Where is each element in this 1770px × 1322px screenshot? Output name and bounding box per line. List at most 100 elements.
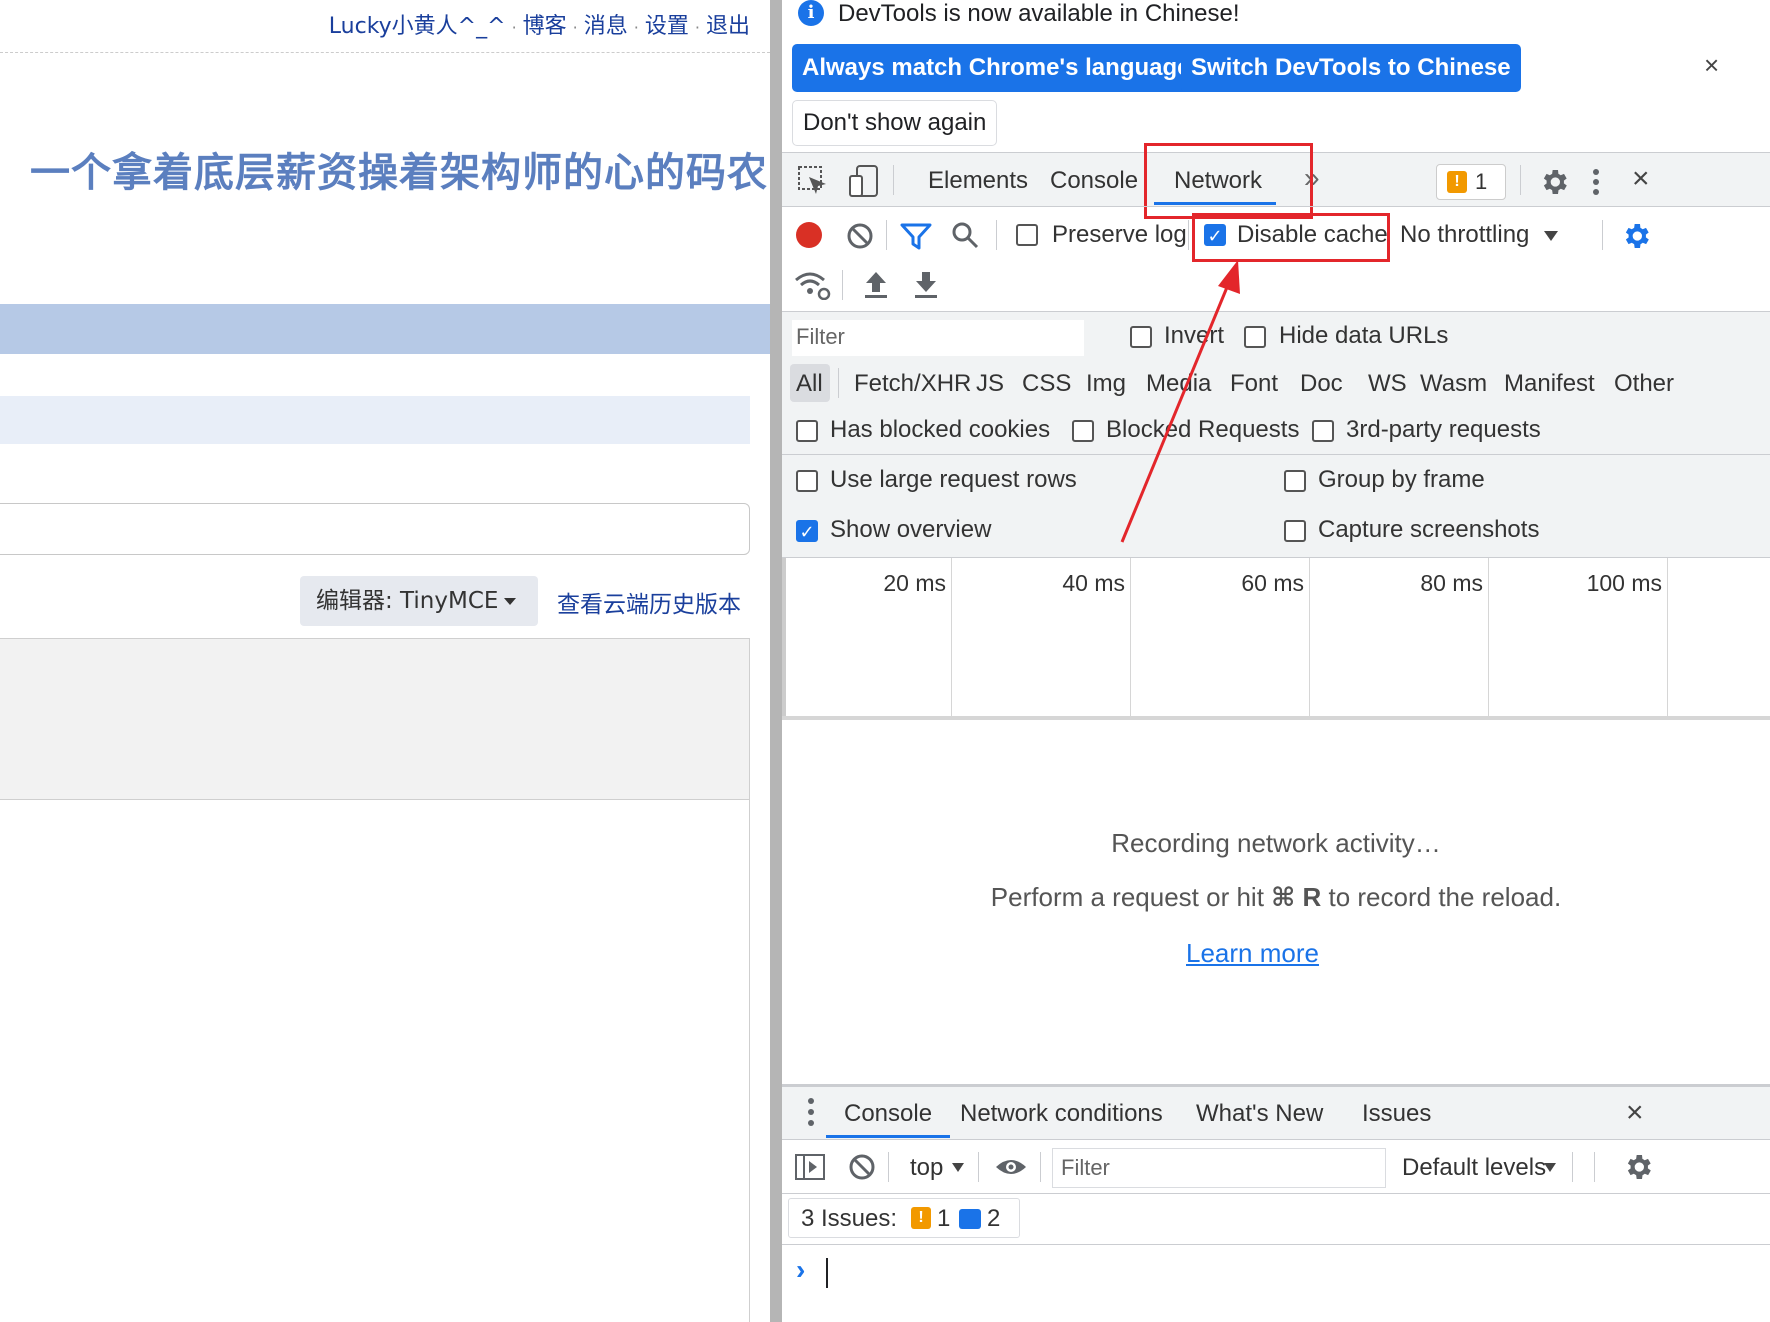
- import-har-icon[interactable]: [862, 270, 890, 300]
- timeline-tick: 60 ms: [1241, 570, 1304, 596]
- editor-selector[interactable]: 编辑器: TinyMCE: [300, 576, 538, 626]
- filter-input[interactable]: Filter: [792, 320, 1084, 356]
- post-title-input[interactable]: [0, 503, 750, 555]
- drawer-active-tab-indicator: [826, 1135, 950, 1138]
- third-party-checkbox[interactable]: [1312, 420, 1334, 442]
- dropdown-arrow-icon[interactable]: [1544, 1163, 1556, 1172]
- show-overview-label: Show overview: [830, 516, 992, 543]
- nav-link-blog[interactable]: 博客: [523, 14, 567, 39]
- recording-hint-before: Perform a request or hit: [990, 882, 1272, 912]
- log-levels-select[interactable]: Default levels: [1402, 1154, 1546, 1182]
- device-toolbar-icon[interactable]: [848, 164, 882, 198]
- divider: [996, 220, 997, 250]
- devtools-panel: i DevTools is now available in Chinese! …: [782, 0, 1770, 1322]
- live-expression-eye-icon[interactable]: [994, 1155, 1028, 1179]
- sidebar-toggle-icon[interactable]: [794, 1152, 826, 1182]
- divider: [1594, 1152, 1595, 1182]
- editor-toolbar-area: [0, 638, 750, 800]
- filter-icon[interactable]: [900, 222, 932, 250]
- network-tab-highlight: [1144, 143, 1313, 219]
- has-blocked-cookies-checkbox[interactable]: [796, 420, 818, 442]
- issues-counter[interactable]: ! 1: [1436, 164, 1506, 200]
- large-rows-label: Use large request rows: [830, 466, 1077, 493]
- issues-warning-count: 1: [937, 1205, 951, 1232]
- drawer-tab-console[interactable]: Console: [844, 1100, 932, 1128]
- nav-link-messages[interactable]: 消息: [584, 14, 628, 39]
- close-banner-icon[interactable]: ×: [1704, 50, 1719, 81]
- match-language-button[interactable]: Always match Chrome's language: [792, 44, 1201, 92]
- timeline-gridline: [1130, 558, 1131, 718]
- language-banner-text: DevTools is now available in Chinese!: [838, 0, 1240, 27]
- console-settings-gear-icon[interactable]: [1622, 1151, 1654, 1183]
- clear-console-icon[interactable]: [848, 1153, 876, 1181]
- console-input-cursor[interactable]: [826, 1258, 828, 1288]
- divider: [893, 165, 894, 195]
- divider: [1520, 165, 1521, 195]
- export-har-icon[interactable]: [912, 270, 940, 300]
- blocked-requests-checkbox[interactable]: [1072, 420, 1094, 442]
- warning-icon: !: [911, 1207, 931, 1229]
- issues-count: 1: [1475, 169, 1488, 194]
- learn-more-link[interactable]: Learn more: [1186, 938, 1319, 969]
- nav-link-settings[interactable]: 设置: [645, 14, 689, 39]
- editor-content-area[interactable]: [0, 800, 750, 1322]
- type-filter-other[interactable]: Other: [1614, 370, 1674, 398]
- devtools-resize-handle[interactable]: [770, 0, 782, 1322]
- timeline-tick: 80 ms: [1420, 570, 1483, 596]
- capture-screenshots-checkbox[interactable]: [1284, 520, 1306, 542]
- issues-summary[interactable]: 3 Issues: ! 1 2: [788, 1198, 1020, 1238]
- preserve-log-label: Preserve log: [1052, 221, 1187, 248]
- throttling-select[interactable]: No throttling: [1400, 221, 1529, 249]
- info-icon: i: [798, 0, 824, 26]
- drawer-menu-icon[interactable]: [806, 1096, 816, 1130]
- top-nav-links: Lucky小黄人^_^ · 博客 · 消息 · 设置 · 退出: [328, 14, 750, 39]
- type-filter-doc[interactable]: Doc: [1300, 370, 1343, 398]
- preserve-log-checkbox[interactable]: [1016, 224, 1038, 246]
- nav-link-user[interactable]: Lucky小黄人^_^: [329, 14, 506, 39]
- divider: [886, 220, 887, 250]
- type-filter-ws[interactable]: WS: [1368, 370, 1407, 398]
- show-overview-checkbox[interactable]: ✓: [796, 520, 818, 542]
- type-filter-fetch-xhr[interactable]: Fetch/XHR: [854, 370, 971, 398]
- drawer-tab-issues[interactable]: Issues: [1362, 1100, 1431, 1128]
- close-drawer-icon[interactable]: ×: [1626, 1096, 1644, 1130]
- divider: [1188, 220, 1189, 250]
- network-conditions-icon[interactable]: [794, 270, 832, 300]
- drawer-tab-network-conditions[interactable]: Network conditions: [960, 1100, 1163, 1128]
- search-icon[interactable]: [950, 220, 980, 250]
- sub-nav-band: [0, 396, 750, 444]
- dont-show-again-button[interactable]: Don't show again: [792, 100, 998, 146]
- type-filter-all[interactable]: All: [796, 370, 823, 398]
- divider: [838, 368, 839, 398]
- type-filter-manifest[interactable]: Manifest: [1504, 370, 1595, 398]
- dropdown-arrow-icon[interactable]: [1544, 231, 1558, 241]
- blog-editor-page: Lucky小黄人^_^ · 博客 · 消息 · 设置 · 退出 一个拿着底层薪资操着架构师的心的…: [0, 0, 770, 1322]
- warning-icon: !: [1447, 171, 1467, 193]
- clear-icon[interactable]: [846, 222, 874, 250]
- drawer-tab-whats-new[interactable]: What's New: [1196, 1100, 1323, 1128]
- settings-gear-icon[interactable]: [1538, 166, 1570, 198]
- dropdown-arrow-icon[interactable]: [952, 1163, 964, 1172]
- type-filter-css[interactable]: CSS: [1022, 370, 1071, 398]
- close-devtools-icon[interactable]: ×: [1632, 162, 1650, 196]
- switch-to-chinese-button[interactable]: Switch DevTools to Chinese: [1181, 44, 1521, 92]
- nav-link-logout[interactable]: 退出: [706, 14, 750, 39]
- recording-title: Recording network activity…: [1111, 828, 1441, 858]
- inspect-element-icon[interactable]: [796, 164, 830, 198]
- network-settings-gear-icon[interactable]: [1620, 220, 1652, 252]
- blog-title[interactable]: 一个拿着底层薪资操着架构师的心的码农: [30, 140, 768, 198]
- type-filter-wasm[interactable]: Wasm: [1420, 370, 1487, 398]
- tab-elements[interactable]: Elements: [928, 167, 1028, 195]
- divider: [842, 270, 843, 300]
- console-filter-input[interactable]: Filter: [1052, 1148, 1386, 1188]
- record-icon[interactable]: [796, 222, 822, 248]
- context-select[interactable]: top: [910, 1154, 943, 1182]
- timeline-tick: 20 ms: [883, 570, 946, 596]
- tab-console[interactable]: Console: [1050, 167, 1138, 195]
- type-filter-js[interactable]: JS: [976, 370, 1004, 398]
- more-options-icon[interactable]: [1590, 166, 1602, 198]
- cloud-history-link[interactable]: 查看云端历史版本: [557, 585, 741, 619]
- large-rows-checkbox[interactable]: [796, 470, 818, 492]
- group-by-frame-checkbox[interactable]: [1284, 470, 1306, 492]
- editor-selector-label: 编辑器: TinyMCE: [316, 588, 499, 614]
